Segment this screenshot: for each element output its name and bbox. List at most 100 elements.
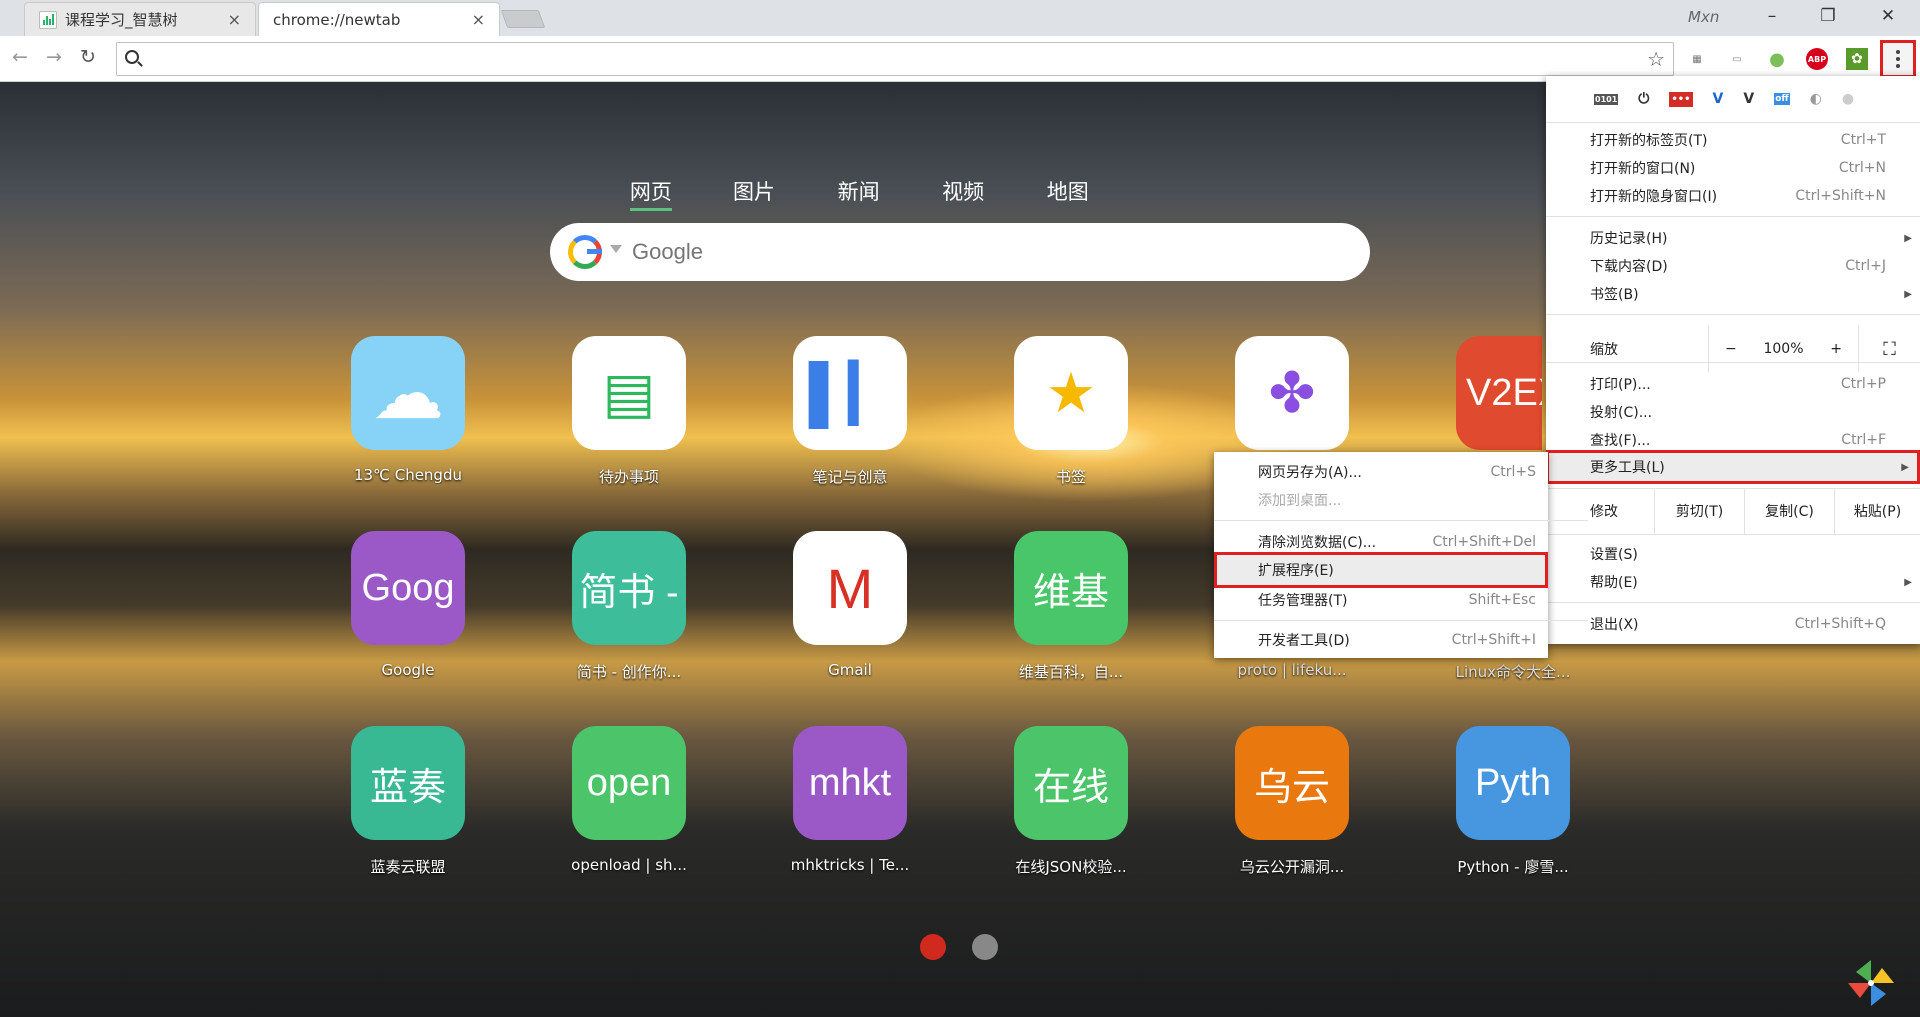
tab-newtab[interactable]: chrome://newtab × [258,2,500,36]
more-tools-submenu: 网页另存为(A)... Ctrl+S 添加到桌面... 清除浏览数据(C)... C… [1214,452,1588,658]
submenu-save-page[interactable]: 网页另存为(A)... Ctrl+S [1214,460,1548,484]
cut-button[interactable]: 剪切(T) [1654,488,1744,534]
google-tile[interactable]: Goog [351,531,465,645]
search-box [550,223,1370,281]
forward-button[interactable]: → [46,46,62,68]
search-tab-web[interactable]: 网页 [600,176,702,211]
menu-history[interactable]: 历史记录(H) ▶ [1546,226,1920,250]
search-tab-images[interactable]: 图片 [702,176,807,206]
restore-button[interactable]: ❐ [1808,6,1848,26]
binary-icon[interactable]: 0101 [1594,93,1619,105]
copy-button[interactable]: 复制(C) [1744,488,1834,534]
tile-label: openload | sh... [571,856,687,874]
submenu-dev-tools[interactable]: 开发者工具(D) Ctrl+Shift+I [1214,628,1548,652]
menu-find[interactable]: 查找(F)... Ctrl+F [1546,428,1920,452]
page-dot-2[interactable] [972,934,998,960]
zoom-out-button[interactable]: − [1725,341,1737,357]
zhihuishu-favicon-icon [39,10,57,29]
menu-downloads[interactable]: 下载内容(D) Ctrl+J [1546,254,1920,278]
search-input[interactable] [632,235,1332,269]
search-tab-map[interactable]: 地图 [1015,176,1120,206]
bookmarks-tile[interactable]: ★ [1014,336,1128,450]
submenu-add-to-desktop[interactable]: 添加到桌面... [1214,488,1548,512]
lastpass-icon[interactable]: ••• [1669,91,1693,107]
reload-button[interactable]: ↻ [80,46,96,68]
menu-incognito[interactable]: 打开新的隐身窗口(I) Ctrl+Shift+N [1546,184,1920,208]
wiki-tile[interactable]: 维基 [1014,531,1128,645]
tab-zhihuishu[interactable]: 课程学习_智慧树 × [24,2,256,36]
new-tab-button[interactable] [500,10,546,28]
menu-help[interactable]: 帮助(E) ▶ [1546,570,1920,594]
vpn-icon[interactable]: V [1713,91,1724,107]
bookmark-star-icon[interactable]: ☆ [1647,47,1665,71]
menu-edit: 修改 剪切(T) 复制(C) 粘贴(P) [1546,488,1920,534]
paste-button[interactable]: 粘贴(P) [1834,488,1920,534]
cloud-icon[interactable]: ◐ [1810,91,1822,107]
menu-exit[interactable]: 退出(X) Ctrl+Shift+Q [1546,612,1920,636]
window-icon[interactable]: ▭ [1726,48,1748,70]
menu-separator [1546,122,1920,123]
tile-label: Google [381,661,435,679]
engine-dropdown-icon[interactable] [610,245,622,253]
menu-more-tools[interactable]: 更多工具(L) ▶ [1546,450,1920,484]
json-tile[interactable]: 在线 [1014,726,1128,840]
adblock-plus-icon[interactable]: ABP [1806,48,1828,70]
fullscreen-icon[interactable]: ⛶ [1883,339,1896,360]
submenu-extensions[interactable]: 扩展程序(E) [1214,552,1548,588]
minimize-button[interactable]: – [1752,6,1792,26]
apps-tile[interactable]: ✤ [1235,336,1349,450]
menu-cast[interactable]: 投射(C)... [1546,400,1920,424]
tile-label: 在线JSON校验... [1015,858,1127,876]
search-tab-news[interactable]: 新闻 [806,176,911,206]
vimium-icon[interactable]: V [1743,91,1754,107]
zoom-level: 100% [1763,341,1804,357]
weather-tile[interactable]: ☁ [351,336,465,450]
tab-close-icon[interactable]: × [472,10,485,29]
tile-label: mhktricks | Te... [790,856,910,874]
close-window-button[interactable]: ✕ [1868,6,1908,26]
notes-tile[interactable]: ▌▎ [793,336,907,450]
menu-new-window[interactable]: 打开新的窗口(N) Ctrl+N [1546,156,1920,180]
power-icon[interactable]: ⏻ [1638,91,1649,107]
reader-icon[interactable]: ▦ [1686,48,1708,70]
more-vert-icon [1896,57,1900,61]
todo-tile[interactable]: ▤ [572,336,686,450]
page-dot-1[interactable] [920,934,946,960]
bamboo-icon[interactable]: ✿ [1846,48,1868,70]
tile-label: Linux命令大全... [1455,663,1571,681]
wooyun-tile[interactable]: 乌云 [1235,726,1349,840]
profile-name[interactable]: Mxn [1688,8,1719,26]
submenu-clear-data[interactable]: 清除浏览数据(C)... Ctrl+Shift+Del [1214,530,1548,554]
lanzou-tile[interactable]: 蓝奏 [351,726,465,840]
python-tile[interactable]: Pyth [1456,726,1570,840]
back-button[interactable]: ← [12,46,28,68]
v2ex-tile[interactable]: V2EX [1456,336,1542,450]
menu-separator [1546,534,1920,535]
tab-close-icon[interactable]: × [228,10,241,29]
toggle-off-icon[interactable]: off [1774,93,1790,105]
menu-settings[interactable]: 设置(S) [1546,542,1920,566]
google-logo-icon[interactable] [568,235,602,269]
jianshu-tile[interactable]: 简书 - [572,531,686,645]
menu-separator [1546,216,1920,217]
submenu-arrow-icon: ▶ [1904,576,1912,588]
pinwheel-logo-icon[interactable] [1846,958,1896,1008]
menu-new-tab[interactable]: 打开新的标签页(T) Ctrl+T [1546,128,1920,152]
submenu-task-manager[interactable]: 任务管理器(T) Shift+Esc [1214,588,1548,612]
chrome-main-menu: 0101 ⏻ ••• V V off ◐ ● 打开新的标签页(T) Ctrl+T … [1546,76,1920,644]
menu-separator [1214,520,1588,521]
openload-tile[interactable]: open [572,726,686,840]
menu-print[interactable]: 打印(P)... Ctrl+P [1546,372,1920,396]
gmail-tile[interactable]: M [793,531,907,645]
address-bar[interactable]: ☆ [116,42,1674,76]
search-tab-video[interactable]: 视频 [911,176,1016,206]
mhkt-tile[interactable]: mhkt [793,726,907,840]
submenu-arrow-icon: ▶ [1904,232,1912,244]
extension-icons-row: 0101 ⏻ ••• V V off ◐ ● [1546,76,1920,122]
grey-circle-icon[interactable]: ● [1842,91,1854,107]
chrome-menu-button[interactable] [1880,40,1916,78]
circle-extension-icon[interactable]: ● [1766,48,1788,70]
zoom-in-button[interactable]: + [1830,341,1842,357]
menu-bookmarks[interactable]: 书签(B) ▶ [1546,282,1920,306]
tile-label: 简书 - 创作你... [576,663,682,681]
